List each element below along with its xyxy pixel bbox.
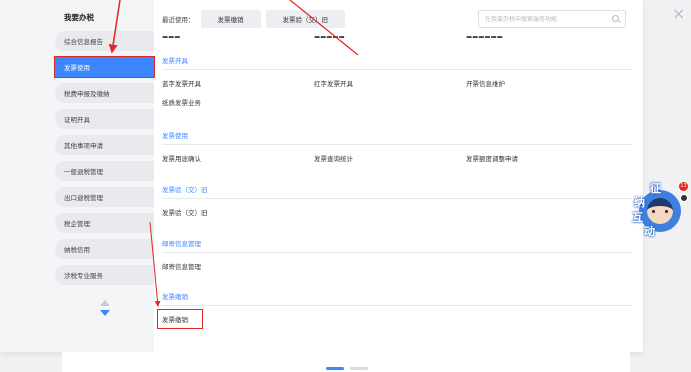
assistant-robot-widget[interactable]: 征 纳 互 动 11 <box>632 182 690 240</box>
section-title: 邮寄信息管理 <box>162 238 632 253</box>
pager-dot[interactable] <box>350 367 368 370</box>
sidebar-item-professional-service[interactable]: 涉税专业服务 <box>55 265 154 285</box>
sidebar-list: 综合信息报告 发票使用 税费申报及缴纳 证明开具 其他事项申请 一般退税管理 出… <box>54 31 155 291</box>
recent-label: 最近使用： <box>162 16 195 24</box>
search-input[interactable] <box>485 15 605 23</box>
item-blue-invoice[interactable]: 蓝字发票开具 <box>162 78 314 88</box>
clipped-item: ▬▬▬▬▬▬ <box>466 33 503 38</box>
item-invoice-query[interactable]: 发票查询统计 <box>314 153 466 163</box>
recent-bar: 最近使用： 发票缴销 发票验（交）旧 <box>162 10 350 28</box>
sidebar-item-export-refund[interactable]: 出口退税管理 <box>55 187 154 207</box>
search-icon[interactable] <box>612 15 619 22</box>
section-mail-info: 邮寄信息管理 邮寄信息管理 <box>162 238 632 271</box>
sidebar-title: 我要办税 <box>64 13 94 22</box>
section-title: 发票开具 <box>162 55 632 70</box>
item-invoice-cancel[interactable]: 发票缴销 <box>157 309 203 329</box>
carousel-pager <box>326 367 368 370</box>
sidebar-item-general-refund[interactable]: 一般退税管理 <box>55 161 154 181</box>
recent-tag-invoice-cancel[interactable]: 发票缴销 <box>200 10 261 28</box>
notification-badge: 11 <box>679 182 688 191</box>
robot-char: 纳 <box>634 196 645 209</box>
main-panel: 最近使用： 发票缴销 发票验（交）旧 ▬▬▬ ▬▬▬▬▬ ▬▬▬▬▬▬ 发票开具… <box>154 0 643 352</box>
clipped-item: ▬▬▬▬▬ <box>314 33 345 38</box>
page: 我要办税 综合信息报告 发票使用 税费申报及缴纳 证明开具 其他事项申请 一般退… <box>0 0 691 372</box>
sidebar-item-certificate[interactable]: 证明开具 <box>55 109 154 129</box>
clipped-item: ▬▬▬ <box>162 33 181 38</box>
item-invoice-verify[interactable]: 发票验（交）旧 <box>162 207 314 217</box>
robot-eyes <box>652 210 668 213</box>
sidebar-item-other-applications[interactable]: 其他事项申请 <box>55 135 154 155</box>
item-invoice-purpose[interactable]: 发票用途确认 <box>162 153 314 163</box>
section-invoice-issue: 发票开具 蓝字发票开具 红字发票开具 开票信息维护 纸质发票业务 <box>162 55 632 107</box>
item-invoice-quota[interactable]: 发票额度调整申请 <box>466 153 618 163</box>
item-mail-info[interactable]: 邮寄信息管理 <box>162 261 314 271</box>
section-title: 发票缴销 <box>162 291 632 306</box>
sidebar-item-tax-declaration[interactable]: 税费申报及缴纳 <box>55 83 154 103</box>
sidebar-item-tax-credit[interactable]: 纳税信用 <box>55 239 154 259</box>
item-red-invoice[interactable]: 红字发票开具 <box>314 78 466 88</box>
robot-char: 动 <box>644 225 655 238</box>
robot-toggle-icon[interactable] <box>680 194 688 202</box>
close-icon[interactable]: × <box>672 4 685 23</box>
sidebar-scroll <box>99 300 111 316</box>
triangle-down-icon[interactable] <box>100 310 110 316</box>
section-invoice-use: 发票使用 发票用途确认 发票查询统计 发票额度调整申请 <box>162 130 632 163</box>
triangle-up-icon[interactable] <box>100 300 110 306</box>
pager-dot[interactable] <box>326 367 344 370</box>
robot-char: 征 <box>650 182 661 195</box>
section-invoice-cancel: 发票缴销 发票缴销 <box>157 291 632 329</box>
item-invoice-info[interactable]: 开票信息维护 <box>466 78 618 88</box>
sidebar-item-invoice-use[interactable]: 发票使用 <box>54 56 155 78</box>
tax-service-modal: 我要办税 综合信息报告 发票使用 税费申报及缴纳 证明开具 其他事项申请 一般退… <box>0 0 643 352</box>
sidebar: 我要办税 综合信息报告 发票使用 税费申报及缴纳 证明开具 其他事项申请 一般退… <box>0 0 155 352</box>
robot-char: 互 <box>632 211 643 224</box>
item-paper-invoice[interactable]: 纸质发票业务 <box>162 97 314 107</box>
section-title: 发票验（交）旧 <box>162 184 632 199</box>
section-invoice-verify: 发票验（交）旧 发票验（交）旧 <box>162 184 632 217</box>
search-box[interactable] <box>478 10 626 28</box>
section-title: 发票使用 <box>162 130 632 145</box>
sidebar-item-tax-enterprise[interactable]: 税企管理 <box>55 213 154 233</box>
recent-tag-invoice-verify[interactable]: 发票验（交）旧 <box>265 10 345 28</box>
sidebar-item-comprehensive-report[interactable]: 综合信息报告 <box>55 31 154 51</box>
clipped-row: ▬▬▬ ▬▬▬▬▬ ▬▬▬▬▬▬ <box>162 32 632 38</box>
